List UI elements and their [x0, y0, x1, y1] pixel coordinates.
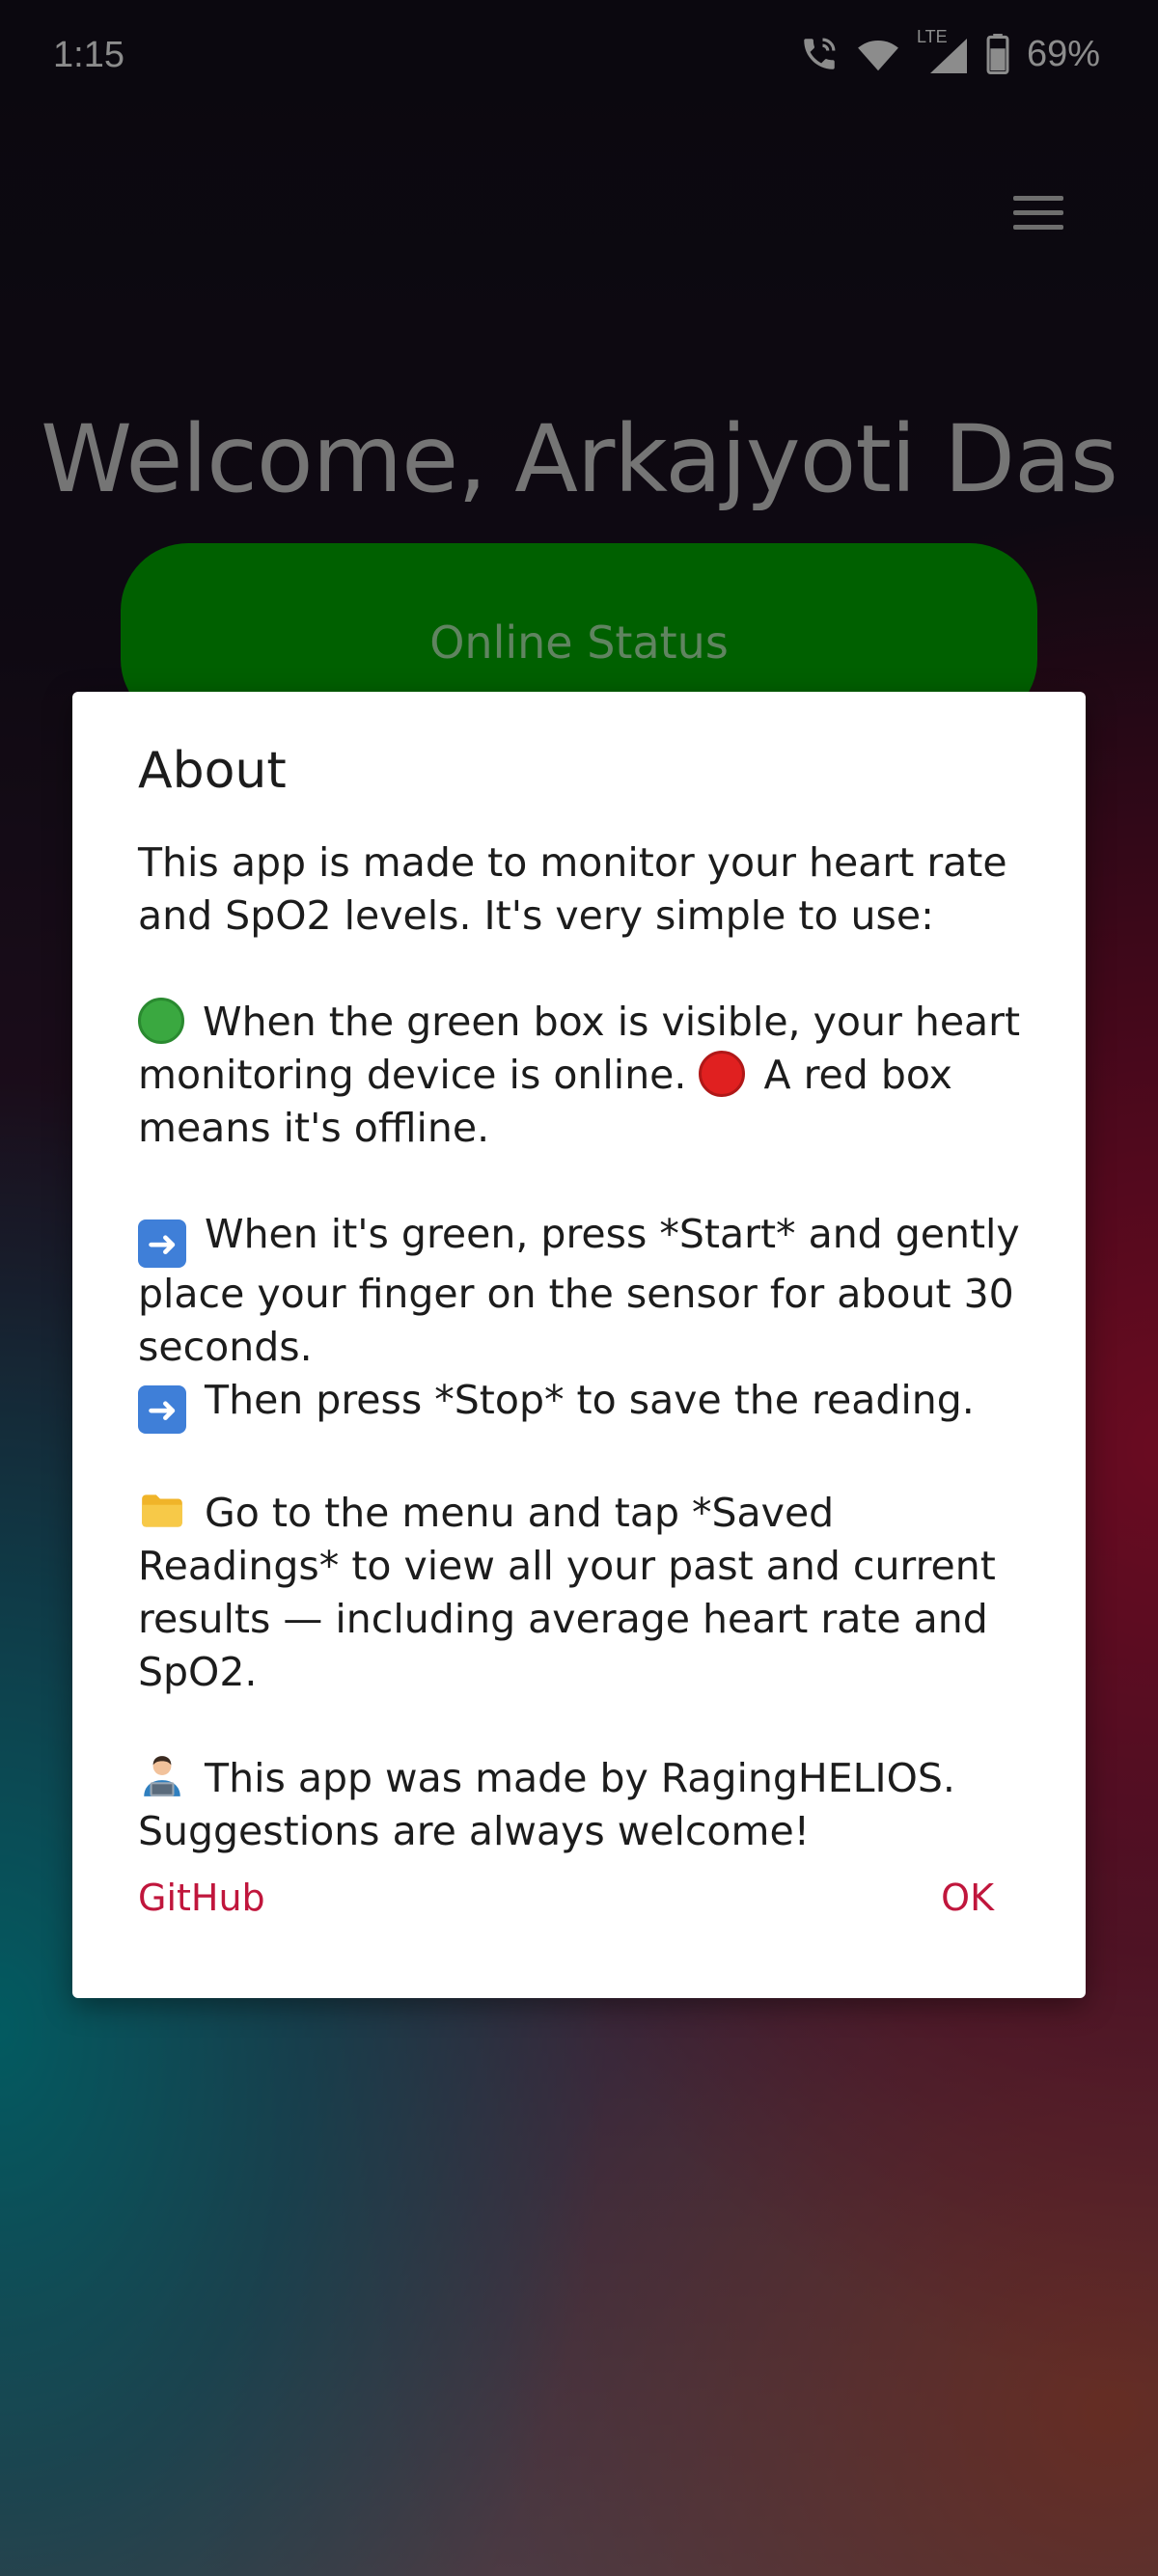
online-paragraph: When the green box is visible, your hear… [138, 996, 1045, 1155]
stop-paragraph: ➜ Then press *Stop* to save the reading. [138, 1374, 1045, 1434]
technologist-icon [138, 1752, 186, 1800]
right-arrow-icon: ➜ [138, 1385, 186, 1434]
author-text: This app was made by RagingHELIOS. Sugge… [138, 1755, 968, 1854]
github-button[interactable]: GitHub [138, 1877, 265, 1919]
start-paragraph: ➜ When it's green, press *Start* and gen… [138, 1208, 1045, 1374]
green-circle-icon [138, 998, 184, 1044]
dialog-title: About [138, 742, 287, 800]
saved-readings-text: Go to the menu and tap *Saved Readings* … [138, 1490, 1008, 1695]
right-arrow-icon: ➜ [138, 1219, 186, 1268]
folder-icon [138, 1487, 186, 1535]
dialog-message: This app is made to monitor your heart r… [138, 836, 1045, 1858]
stop-text: Then press *Stop* to save the reading. [192, 1377, 975, 1423]
saved-readings-paragraph: Go to the menu and tap *Saved Readings* … [138, 1487, 1045, 1699]
start-text: When it's green, press *Start* and gentl… [138, 1211, 1033, 1370]
ok-button[interactable]: OK [941, 1877, 994, 1919]
app-screen: 1:15 LTE 69% Welcome, Arkajyoti Das Onli… [0, 0, 1158, 2576]
intro-paragraph: This app is made to monitor your heart r… [138, 839, 1020, 939]
about-dialog: About This app is made to monitor your h… [72, 692, 1086, 1998]
author-paragraph: This app was made by RagingHELIOS. Sugge… [138, 1752, 1045, 1858]
red-circle-icon [699, 1051, 746, 1097]
